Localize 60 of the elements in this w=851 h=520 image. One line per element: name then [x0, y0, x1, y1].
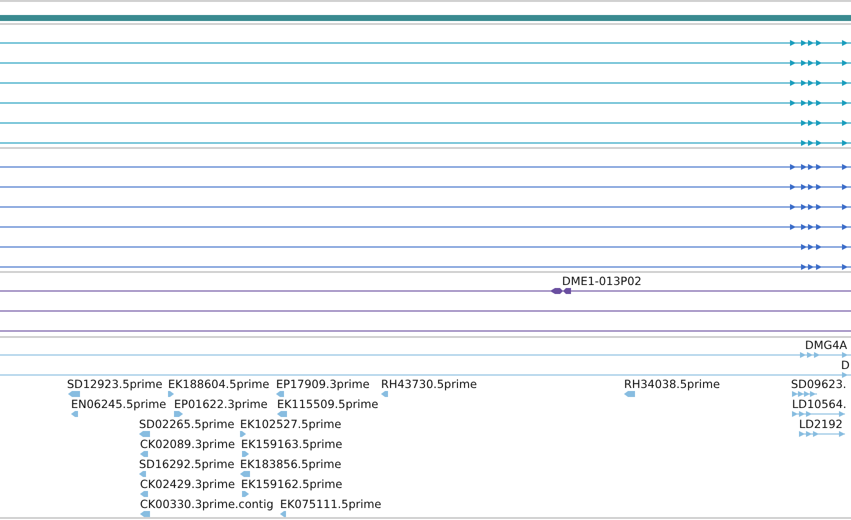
feature-arrow-icon[interactable]	[242, 451, 249, 457]
feature-label[interactable]: SD02265.5prime	[139, 418, 234, 431]
feature-label[interactable]: LD10564.	[792, 398, 847, 411]
feature-arrow-icon[interactable]	[68, 391, 80, 397]
transcript-drawing[interactable]	[0, 100, 851, 106]
feature-arrow-icon[interactable]	[139, 471, 146, 477]
feature-arrow-icon[interactable]	[140, 511, 150, 517]
feature-arrow-icon[interactable]	[71, 411, 78, 417]
clone-track-drawing[interactable]	[0, 288, 851, 294]
transcript-drawing[interactable]	[0, 224, 851, 230]
feature-arrow-icon[interactable]	[240, 471, 250, 477]
feature-label[interactable]: DMG4A	[805, 339, 848, 352]
transcript-drawing[interactable]	[0, 164, 851, 170]
feature-label[interactable]: EK102527.5prime	[240, 418, 342, 431]
feature-label[interactable]: EK115509.5prime	[277, 398, 378, 411]
feature-label[interactable]: EP17909.3prime	[276, 378, 370, 391]
feature-arrows-icon[interactable]	[800, 352, 848, 358]
transcript-drawing[interactable]	[0, 60, 851, 66]
clone-label[interactable]: DME1-013P02	[562, 275, 642, 288]
feature-arrow-icon[interactable]	[242, 491, 249, 497]
feature-label[interactable]: RH34038.5prime	[624, 378, 720, 391]
feature-label[interactable]: SD16292.5prime	[139, 458, 234, 471]
feature-label[interactable]: EK188604.5prime	[168, 378, 270, 391]
feature-label[interactable]: RH43730.5prime	[381, 378, 477, 391]
transcript-drawing[interactable]	[0, 184, 851, 190]
transcript-drawing[interactable]	[0, 40, 851, 46]
transcript-drawing[interactable]	[0, 264, 851, 270]
feature-arrows-icon[interactable]	[798, 431, 846, 437]
feature-label[interactable]: EK183856.5prime	[240, 458, 342, 471]
feature-arrows-icon[interactable]	[792, 391, 818, 397]
feature-label[interactable]: LD2192	[799, 418, 843, 431]
feature-label[interactable]: SD12923.5prime	[67, 378, 162, 391]
feature-label[interactable]: EK159163.5prime	[241, 438, 342, 451]
feature-arrow-icon[interactable]	[168, 391, 174, 397]
feature-label[interactable]: EP01622.3prime	[174, 398, 268, 411]
feature-arrow-icon[interactable]	[624, 391, 635, 397]
feature-arrow-icon[interactable]	[280, 511, 286, 517]
feature-label[interactable]: CK02089.3prime	[140, 438, 235, 451]
feature-label[interactable]: EK159162.5prime	[241, 478, 342, 491]
feature-arrow-icon[interactable]	[277, 411, 287, 417]
feature-arrow-icon[interactable]	[139, 431, 150, 437]
feature-label[interactable]: D	[841, 359, 850, 372]
feature-arrows-icon[interactable]	[792, 411, 846, 417]
feature-arrow-icon[interactable]	[140, 491, 148, 497]
feature-arrow-icon[interactable]	[140, 451, 148, 457]
feature-label[interactable]: EN06245.5prime	[71, 398, 166, 411]
feature-label[interactable]: CK00330.3prime.contig	[140, 498, 274, 511]
feature-arrow-icon[interactable]	[240, 431, 246, 437]
transcript-drawing[interactable]	[0, 120, 851, 126]
transcript-drawing[interactable]	[0, 80, 851, 86]
feature-arrow-icon[interactable]	[381, 391, 388, 397]
feature-arrow-icon[interactable]	[276, 391, 284, 397]
feature-label[interactable]: SD09623.	[791, 378, 846, 391]
feature-label[interactable]: CK02429.3prime	[140, 478, 235, 491]
transcript-drawing[interactable]	[0, 140, 851, 146]
transcript-drawing[interactable]	[0, 244, 851, 250]
feature-arrow-icon[interactable]	[174, 411, 183, 417]
feature-arrows-icon[interactable]	[842, 372, 848, 378]
feature-label[interactable]: EK075111.5prime	[280, 498, 382, 511]
transcript-drawing[interactable]	[0, 204, 851, 210]
